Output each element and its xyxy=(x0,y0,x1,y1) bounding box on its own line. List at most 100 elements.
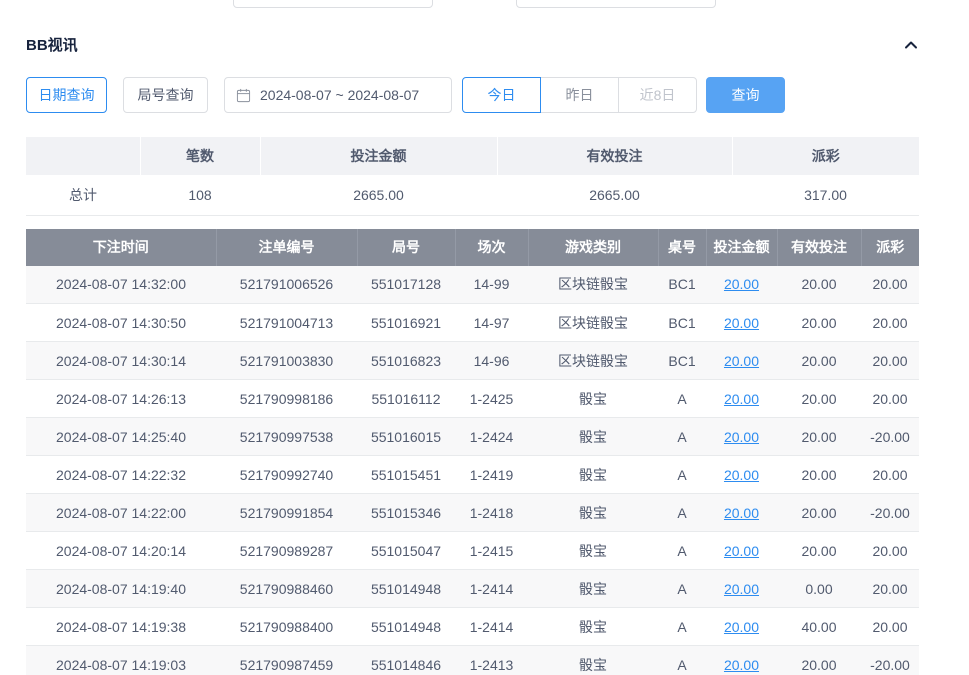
table-row: 2024-08-07 14:19:38 521790988400 5510149… xyxy=(26,608,919,646)
bet-amount-link[interactable]: 20.00 xyxy=(724,353,759,369)
session-cell: 14-97 xyxy=(455,304,528,342)
game-type-cell: 区块链骰宝 xyxy=(528,342,658,380)
table-row: 2024-08-07 14:25:40 521790997538 5510160… xyxy=(26,418,919,456)
valid-bet-cell: 20.00 xyxy=(777,646,861,675)
bet-amount-link[interactable]: 20.00 xyxy=(724,581,759,597)
valid-bet-cell: 20.00 xyxy=(777,380,861,418)
table-row: 2024-08-07 14:26:13 521790998186 5510161… xyxy=(26,380,919,418)
table-row: 2024-08-07 14:30:14 521791003830 5510168… xyxy=(26,342,919,380)
round-no-cell: 551016015 xyxy=(357,418,455,456)
valid-bet-cell: 20.00 xyxy=(777,532,861,570)
summary-header-cell: 笔数 xyxy=(140,137,260,175)
order-no-cell: 521790987459 xyxy=(216,646,357,675)
bet-time-cell: 2024-08-07 14:26:13 xyxy=(26,380,216,418)
game-type-cell: 骰宝 xyxy=(528,570,658,608)
section-title: BB视讯 xyxy=(26,34,78,55)
bet-amount-cell: 20.00 xyxy=(706,456,777,494)
payout-cell: 20.00 xyxy=(861,266,919,304)
game-type-cell: 骰宝 xyxy=(528,646,658,675)
bet-time-cell: 2024-08-07 14:19:03 xyxy=(26,646,216,675)
order-no-cell: 521790998186 xyxy=(216,380,357,418)
records-header-cell: 下注时间 xyxy=(26,229,216,266)
table-row: 2024-08-07 14:30:50 521791004713 5510169… xyxy=(26,304,919,342)
bet-amount-link[interactable]: 20.00 xyxy=(724,543,759,559)
table-row: 2024-08-07 14:22:00 521790991854 5510153… xyxy=(26,494,919,532)
truncated-input-left[interactable] xyxy=(233,0,433,8)
records-header-cell: 游戏类别 xyxy=(528,229,658,266)
table-no-cell: A xyxy=(658,646,706,675)
payout-cell: 20.00 xyxy=(861,456,919,494)
game-type-cell: 骰宝 xyxy=(528,380,658,418)
section-header: BB视讯 xyxy=(26,0,919,55)
order-no-cell: 521790992740 xyxy=(216,456,357,494)
session-cell: 1-2414 xyxy=(455,608,528,646)
round-no-cell: 551015047 xyxy=(357,532,455,570)
bet-amount-link[interactable]: 20.00 xyxy=(724,619,759,635)
table-row: 2024-08-07 14:22:32 521790992740 5510154… xyxy=(26,456,919,494)
bet-amount-link[interactable]: 20.00 xyxy=(724,505,759,521)
round-no-cell: 551014948 xyxy=(357,570,455,608)
bet-time-cell: 2024-08-07 14:19:40 xyxy=(26,570,216,608)
session-cell: 1-2418 xyxy=(455,494,528,532)
page: BB视讯 日期查询 局号查询 2024-08-07 ~ 2024-08-07 今… xyxy=(0,0,969,675)
order-no-cell: 521790988460 xyxy=(216,570,357,608)
payout-cell: -20.00 xyxy=(861,646,919,675)
search-button[interactable]: 查询 xyxy=(706,77,785,113)
table-no-cell: BC1 xyxy=(658,266,706,304)
calendar-icon xyxy=(236,88,251,103)
game-type-cell: 骰宝 xyxy=(528,608,658,646)
bet-time-cell: 2024-08-07 14:22:00 xyxy=(26,494,216,532)
quick-range-button[interactable]: 今日 xyxy=(462,77,541,113)
collapse-chevron-icon[interactable] xyxy=(903,37,919,53)
order-no-cell: 521791004713 xyxy=(216,304,357,342)
payout-cell: 20.00 xyxy=(861,608,919,646)
bet-time-cell: 2024-08-07 14:20:14 xyxy=(26,532,216,570)
table-row: 2024-08-07 14:20:14 521790989287 5510150… xyxy=(26,532,919,570)
order-no-cell: 521790988400 xyxy=(216,608,357,646)
quick-range-button[interactable]: 昨日 xyxy=(540,77,619,113)
valid-bet-cell: 0.00 xyxy=(777,570,861,608)
bet-time-cell: 2024-08-07 14:19:38 xyxy=(26,608,216,646)
round-query-button[interactable]: 局号查询 xyxy=(123,77,208,113)
session-cell: 1-2424 xyxy=(455,418,528,456)
bet-time-cell: 2024-08-07 14:22:32 xyxy=(26,456,216,494)
records-header-cell: 派彩 xyxy=(861,229,919,266)
quick-range-button[interactable]: 近8日 xyxy=(618,77,697,113)
truncated-input-right[interactable] xyxy=(516,0,716,8)
filter-bar: 日期查询 局号查询 2024-08-07 ~ 2024-08-07 今日 昨日 … xyxy=(26,77,919,113)
game-type-cell: 骰宝 xyxy=(528,494,658,532)
valid-bet-cell: 40.00 xyxy=(777,608,861,646)
summary-header-cell: 投注金额 xyxy=(260,137,497,175)
game-type-cell: 骰宝 xyxy=(528,532,658,570)
date-query-button[interactable]: 日期查询 xyxy=(26,77,107,113)
bet-amount-link[interactable]: 20.00 xyxy=(724,657,759,673)
round-no-cell: 551017128 xyxy=(357,266,455,304)
payout-cell: 20.00 xyxy=(861,570,919,608)
bet-amount-cell: 20.00 xyxy=(706,570,777,608)
summary-total-cell: 2665.00 xyxy=(260,175,497,215)
bet-amount-cell: 20.00 xyxy=(706,380,777,418)
payout-cell: 20.00 xyxy=(861,532,919,570)
payout-cell: 20.00 xyxy=(861,380,919,418)
session-cell: 1-2419 xyxy=(455,456,528,494)
payout-cell: 20.00 xyxy=(861,342,919,380)
table-no-cell: A xyxy=(658,570,706,608)
bet-amount-link[interactable]: 20.00 xyxy=(724,467,759,483)
date-range-input[interactable]: 2024-08-07 ~ 2024-08-07 xyxy=(224,77,452,113)
records-header-cell: 有效投注 xyxy=(777,229,861,266)
bet-amount-link[interactable]: 20.00 xyxy=(724,315,759,331)
table-no-cell: A xyxy=(658,494,706,532)
order-no-cell: 521790991854 xyxy=(216,494,357,532)
bet-amount-link[interactable]: 20.00 xyxy=(724,391,759,407)
game-type-cell: 骰宝 xyxy=(528,418,658,456)
valid-bet-cell: 20.00 xyxy=(777,342,861,380)
order-no-cell: 521791003830 xyxy=(216,342,357,380)
order-no-cell: 521790997538 xyxy=(216,418,357,456)
table-no-cell: A xyxy=(658,456,706,494)
bet-amount-cell: 20.00 xyxy=(706,494,777,532)
bet-amount-link[interactable]: 20.00 xyxy=(724,276,759,292)
summary-table: 笔数投注金额有效投注派彩 总计1082665.002665.00317.00 xyxy=(26,137,919,216)
order-no-cell: 521791006526 xyxy=(216,266,357,304)
bet-amount-link[interactable]: 20.00 xyxy=(724,429,759,445)
summary-total-cell: 2665.00 xyxy=(497,175,732,215)
